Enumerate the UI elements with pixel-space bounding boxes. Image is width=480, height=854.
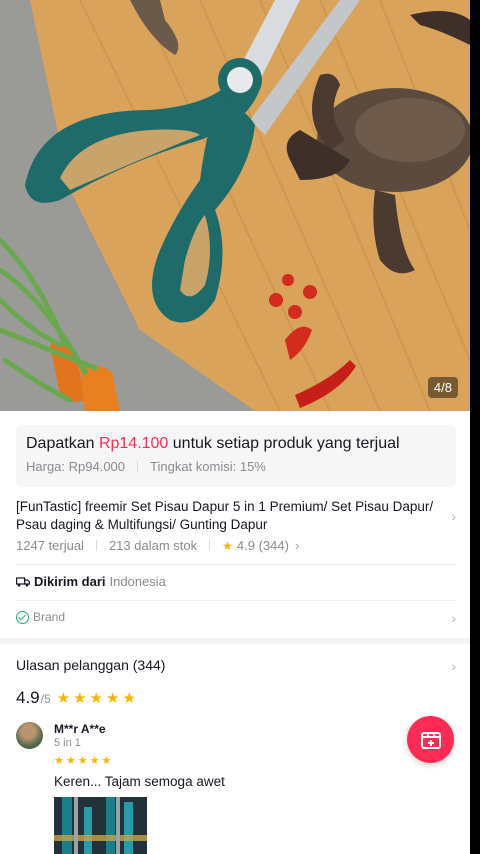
commission-amount: Rp14.100 [98,435,169,452]
chevron-right-icon: › [451,610,456,626]
commission-meta: Harga: Rp94.000 Tingkat komisi: 15% [26,459,446,474]
product-title: [FunTastic] freemir Set Pisau Dapur 5 in… [16,499,434,532]
divider [137,461,139,472]
commission-prefix: Dapatkan [26,435,99,452]
avatar [16,722,43,749]
review-star-icons: ★★★★★ [54,755,114,767]
commission-banner: Dapatkan Rp14.100 untuk setiap produk ya… [16,425,456,487]
star-icon: ★ [222,538,233,553]
check-circle-icon [16,610,29,624]
score-out-of: /5 [40,692,51,706]
chevron-right-icon: › [451,508,456,524]
review-text: Keren... Tajam semoga awet [54,774,225,789]
video-add-icon [420,731,441,749]
stock-count: 213 dalam stok [108,538,198,553]
reviews-header[interactable]: Ulasan pelanggan (344) › [16,657,456,674]
chevron-right-icon: › [451,658,456,674]
brand-label: Brand [33,610,66,624]
star-rating-icons: ★★★★★ [56,690,139,707]
divider [95,540,97,551]
image-page-indicator: 4/8 [427,377,458,398]
brand-row[interactable]: Brand › [16,610,456,626]
reviews-title: Ulasan pelanggan (344) [16,657,166,673]
product-stats: 1247 terjual 213 dalam stok ★ 4.9 (344) … [16,538,299,553]
rating-summary[interactable]: 4.9 (344) [237,538,289,553]
product-image-carousel[interactable]: 4/8 [0,0,470,411]
review-variant: 5 in 1 [54,737,81,749]
section-separator [0,638,470,644]
commission-headline: Dapatkan Rp14.100 untuk setiap produk ya… [26,435,446,453]
shipping-origin-value: Indonesia [109,574,166,589]
review-photo-image [54,797,147,854]
price-text: Harga: Rp94.000 [26,459,126,474]
add-to-video-button[interactable] [407,716,454,763]
shipping-label: Dikirim dari [34,574,106,589]
commission-rate-text: Tingkat komisi: 15% [150,459,266,474]
score-value: 4.9 [16,688,40,707]
section-divider [16,564,456,565]
shipping-origin: Dikirim dari Indonesia [16,574,166,589]
section-divider [16,600,456,601]
reviewer-name: M**r A**e [54,722,106,736]
review-score: 4.9 /5 ★★★★★ [16,688,139,708]
sold-count: 1247 terjual [16,538,84,553]
truck-icon [16,576,30,586]
product-detail-page: 4/8 Dapatkan Rp14.100 untuk setiap produ… [0,0,470,854]
divider [209,540,211,551]
product-title-row[interactable]: [FunTastic] freemir Set Pisau Dapur 5 in… [16,498,456,534]
review-photo[interactable] [54,797,147,854]
chevron-right-icon: › [294,538,300,553]
product-photo [0,0,470,411]
commission-suffix: untuk setiap produk yang terjual [168,435,400,452]
